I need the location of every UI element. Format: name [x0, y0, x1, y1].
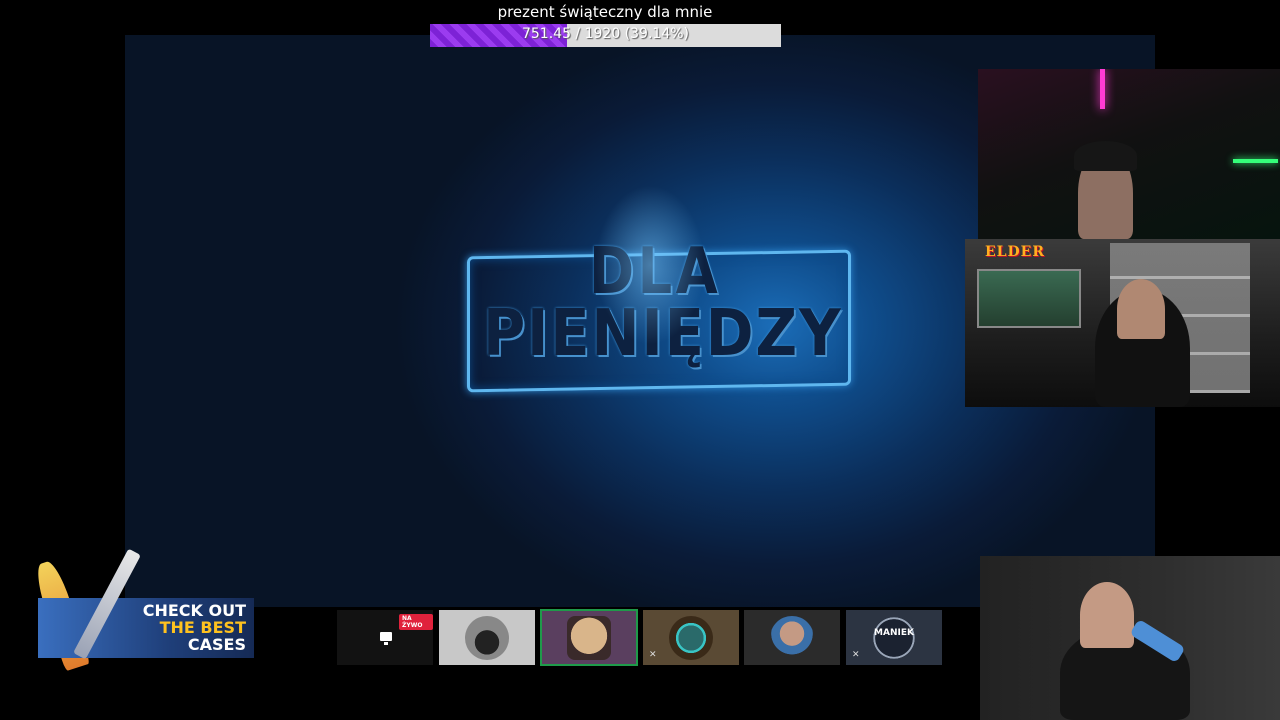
- aquarium: [977, 269, 1081, 328]
- neon-light-pink: [1100, 69, 1105, 109]
- mic-muted-icon: ✕: [852, 650, 860, 660]
- cases-ad-banner[interactable]: CHECK OUT THE BEST CASES: [38, 598, 254, 658]
- live-badge: NA ŻYWO: [399, 614, 433, 630]
- goal-total: / 1920 (39.14%): [570, 26, 689, 42]
- neon-light-green: [1233, 159, 1278, 163]
- logo-line-1: DLA: [589, 235, 722, 309]
- goal-title: prezent świąteczny dla mnie: [497, 3, 713, 21]
- webcam-streamer-3: [980, 556, 1280, 720]
- goal-progress-text: 751.45 / 1920 (39.14%): [430, 26, 781, 42]
- ad-line-2: THE BEST: [159, 618, 246, 637]
- car-avatar: [465, 616, 509, 660]
- webcam-streamer-1: [978, 69, 1280, 239]
- maniek-label: MANIEK: [874, 628, 914, 638]
- dla-pieniedzy-logo: DLA PIENIĘDZY: [463, 235, 853, 405]
- face-avatar: [567, 616, 611, 660]
- ad-text: CHECK OUT THE BEST CASES: [143, 602, 246, 653]
- person-avatar: [770, 616, 814, 660]
- participant-tile-person[interactable]: [744, 610, 840, 665]
- character-avatar: [669, 616, 713, 660]
- maniek-avatar: [872, 616, 916, 660]
- mic-muted-icon: ✕: [649, 650, 657, 660]
- participant-tile-character[interactable]: ✕: [643, 610, 739, 665]
- participant-tile-maniek[interactable]: MANIEK ✕: [846, 610, 942, 665]
- goal-current: 751.45: [521, 26, 571, 42]
- screen-share-icon: [380, 632, 392, 645]
- participant-tile-car[interactable]: [439, 610, 535, 665]
- streamer-1-headset: [1074, 141, 1137, 171]
- webcam-streamer-2: ELDER: [965, 239, 1280, 407]
- streamer-3-head: [1080, 582, 1134, 648]
- participant-tile-screen-share[interactable]: NA ŻYWO: [337, 610, 433, 665]
- participant-tile-face[interactable]: [540, 609, 638, 666]
- logo-line-2: PIENIĘDZY: [483, 297, 843, 371]
- elder-logo: ELDER: [985, 244, 1045, 260]
- ad-line-1: CHECK OUT: [142, 601, 246, 620]
- streamer-2-head: [1117, 279, 1165, 339]
- goal-progress-bar: 751.45 / 1920 (39.14%): [430, 24, 781, 47]
- ad-line-3: CASES: [187, 635, 246, 654]
